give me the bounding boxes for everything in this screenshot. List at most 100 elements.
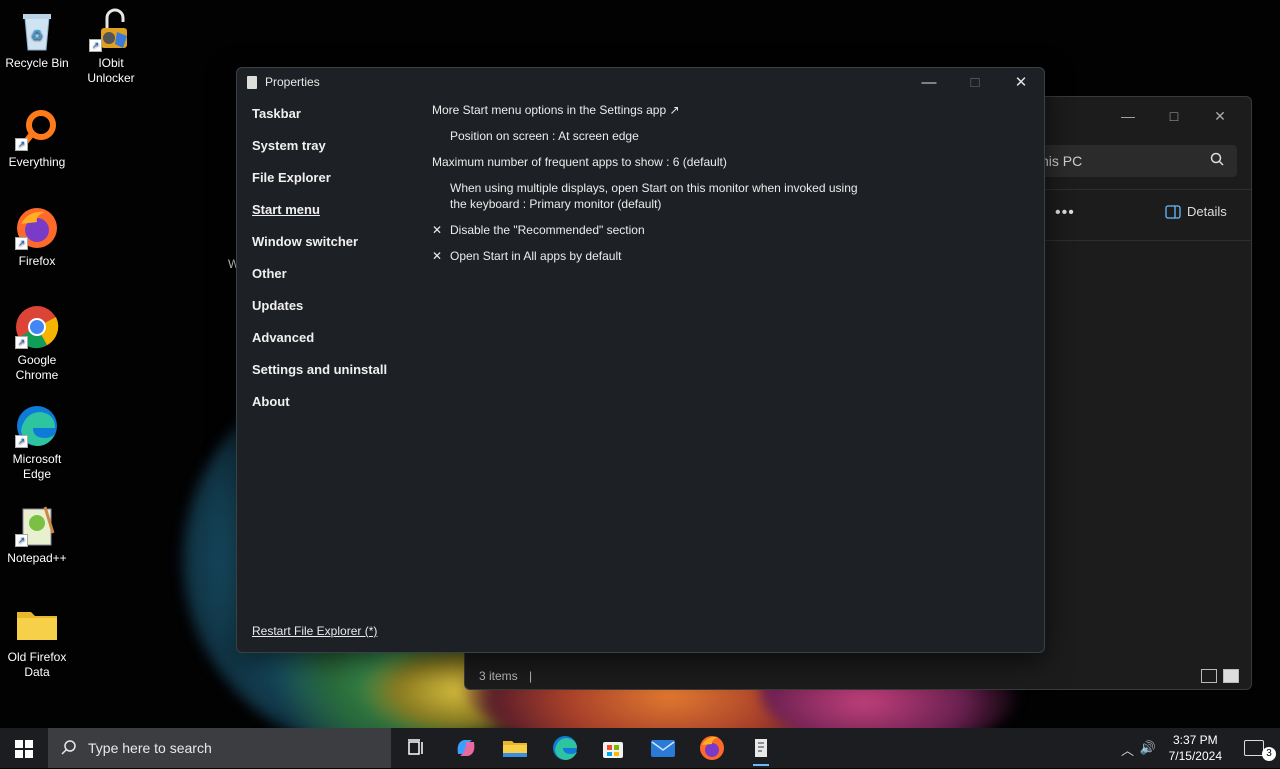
- position-on-screen-setting[interactable]: Position on screen : At screen edge: [432, 128, 872, 144]
- shortcut-arrow-icon: ↗: [89, 39, 102, 52]
- explorer-maximize-button[interactable]: □: [1151, 101, 1197, 131]
- minimize-button[interactable]: —: [906, 68, 952, 98]
- disable-recommended-toggle[interactable]: ✕ Disable the "Recommended" section: [432, 222, 872, 238]
- desktop-icon-notepadpp[interactable]: ↗ Notepad++: [0, 503, 74, 566]
- open-all-apps-toggle[interactable]: ✕ Open Start in All apps by default: [432, 248, 872, 264]
- desktop-icon-label: Recycle Bin: [5, 56, 69, 70]
- desktop-icon-google-chrome[interactable]: ↗ Google Chrome: [0, 305, 74, 383]
- desktop-icon-label: Firefox: [18, 254, 56, 268]
- close-button[interactable]: ✕: [998, 68, 1044, 98]
- desktop-icon-label: Google Chrome: [15, 353, 59, 382]
- nav-item-system-tray[interactable]: System tray: [252, 138, 387, 170]
- tiles-view-icon[interactable]: [1223, 669, 1239, 683]
- file-explorer-icon: [503, 741, 527, 757]
- edge-icon: [553, 736, 577, 760]
- notification-center-icon[interactable]: [1244, 740, 1264, 756]
- status-separator: |: [529, 669, 533, 683]
- iobit-unlocker-icon: ↗: [89, 8, 133, 52]
- file-explorer-taskbar-button[interactable]: [499, 732, 531, 764]
- desktop-icon-everything[interactable]: ↗ Everything: [0, 107, 74, 170]
- recycle-bin-icon: ♻: [15, 8, 59, 52]
- window-controls: — □ ✕: [906, 68, 1044, 98]
- desktop-icon-label: Microsoft Edge: [12, 452, 62, 481]
- desktop-icon-firefox[interactable]: ↗ Firefox: [0, 206, 74, 269]
- taskbar: Type here to search ︿ 🔊 3:37 PM 7/15/202…: [0, 728, 1280, 768]
- firefox-taskbar-button[interactable]: [696, 732, 728, 764]
- desktop-icon-iobit-unlocker[interactable]: ↗ IObit Unlocker: [74, 8, 148, 86]
- multi-display-line-2: the keyboard : Primary monitor (default): [450, 197, 662, 211]
- shortcut-arrow-icon: ↗: [15, 336, 28, 349]
- multi-display-line-1: When using multiple displays, open Start…: [450, 181, 858, 195]
- store-taskbar-button[interactable]: [597, 732, 629, 764]
- nav-item-window-switcher[interactable]: Window switcher: [252, 234, 387, 266]
- nav-item-other[interactable]: Other: [252, 266, 387, 298]
- details-view-icon[interactable]: [1201, 669, 1217, 683]
- taskbar-search-box[interactable]: Type here to search: [48, 728, 391, 768]
- explorer-close-button[interactable]: ✕: [1197, 101, 1243, 131]
- desktop-icon-label: Notepad++: [7, 551, 67, 565]
- notification-badge: 3: [1262, 747, 1276, 761]
- start-menu-settings: More Start menu options in the Settings …: [432, 102, 872, 274]
- folder-icon: [15, 602, 59, 646]
- desktop-icon-microsoft-edge[interactable]: ↗ Microsoft Edge: [0, 404, 74, 482]
- see-more-button[interactable]: •••: [1055, 204, 1075, 222]
- multi-display-setting[interactable]: When using multiple displays, open Start…: [432, 180, 872, 212]
- nav-item-advanced[interactable]: Advanced: [252, 330, 387, 362]
- disable-recommended-label: Disable the "Recommended" section: [450, 223, 645, 237]
- details-label: Details: [1187, 204, 1227, 219]
- open-all-apps-label: Open Start in All apps by default: [450, 249, 622, 263]
- desktop-icon-old-firefox-data[interactable]: Old Firefox Data: [0, 602, 74, 680]
- properties-title-bar: Properties: [247, 75, 320, 89]
- everything-search-icon: ↗: [15, 107, 59, 151]
- nav-item-taskbar[interactable]: Taskbar: [252, 106, 387, 138]
- system-tray: ︿ 🔊 3:37 PM 7/15/2024 3: [1100, 728, 1280, 768]
- show-hidden-icons-button[interactable]: ︿: [1121, 740, 1134, 759]
- clock-time: 3:37 PM: [1172, 733, 1218, 747]
- checkmark-icon: ✕: [432, 223, 443, 237]
- mail-taskbar-button[interactable]: [647, 732, 679, 764]
- nav-item-about[interactable]: About: [252, 394, 387, 426]
- shortcut-arrow-icon: ↗: [15, 138, 28, 151]
- explorer-search-box[interactable]: his PC: [1037, 145, 1237, 177]
- item-count: 3 items: [479, 669, 518, 683]
- view-toggle: [1201, 669, 1239, 683]
- settings-app-link[interactable]: More Start menu options in the Settings …: [432, 102, 872, 118]
- edge-icon: ↗: [15, 404, 59, 448]
- explorer-minimize-button[interactable]: —: [1105, 101, 1151, 131]
- notepadpp-icon: ↗: [15, 503, 59, 547]
- nav-item-updates[interactable]: Updates: [252, 298, 387, 330]
- nav-item-settings-and-uninstall[interactable]: Settings and uninstall: [252, 362, 387, 394]
- volume-icon[interactable]: 🔊: [1140, 740, 1156, 756]
- chrome-icon: ↗: [15, 305, 59, 349]
- windows-logo-icon: [15, 740, 33, 758]
- details-pane-icon: [1165, 204, 1181, 219]
- task-view-icon: [408, 739, 423, 755]
- clock[interactable]: 3:37 PM 7/15/2024: [1169, 732, 1222, 764]
- search-icon: [60, 739, 78, 757]
- properties-nav: Taskbar System tray File Explorer Start …: [252, 106, 387, 426]
- copilot-button[interactable]: [450, 732, 482, 764]
- store-icon: [603, 742, 623, 758]
- explorer-window-controls: — □ ✕: [1105, 101, 1243, 131]
- task-view-button[interactable]: [400, 732, 432, 764]
- desktop-icon-label: Old Firefox Data: [7, 650, 67, 679]
- window-title: Properties: [265, 75, 320, 89]
- clock-date: 7/15/2024: [1168, 749, 1222, 763]
- properties-window[interactable]: Properties — □ ✕ Taskbar System tray Fil…: [236, 67, 1045, 653]
- copilot-icon: [457, 740, 475, 756]
- properties-taskbar-button[interactable]: [745, 732, 777, 766]
- start-button[interactable]: [15, 740, 33, 758]
- maximize-button[interactable]: □: [952, 68, 998, 98]
- max-frequent-apps-setting[interactable]: Maximum number of frequent apps to show …: [432, 154, 872, 170]
- search-icon: [1209, 151, 1227, 169]
- nav-item-start-menu[interactable]: Start menu: [252, 202, 387, 234]
- restart-file-explorer-link[interactable]: Restart File Explorer (*): [252, 624, 377, 638]
- nav-item-file-explorer[interactable]: File Explorer: [252, 170, 387, 202]
- desktop-icon-label: Everything: [8, 155, 66, 169]
- shortcut-arrow-icon: ↗: [15, 534, 28, 547]
- firefox-icon: [700, 736, 724, 760]
- desktop-icon-recycle-bin[interactable]: ♻ Recycle Bin: [0, 8, 74, 71]
- details-pane-button[interactable]: Details: [1165, 204, 1227, 219]
- edge-taskbar-button[interactable]: [549, 732, 581, 764]
- properties-app-icon: [755, 739, 767, 757]
